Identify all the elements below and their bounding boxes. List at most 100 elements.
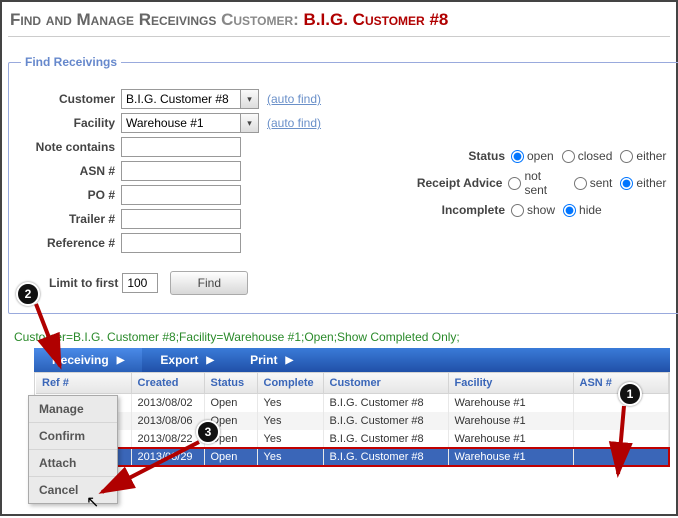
cell-customer: B.I.G. Customer #8 xyxy=(323,394,448,413)
submenu-confirm[interactable]: Confirm xyxy=(29,422,117,449)
cell-complete: Yes xyxy=(257,412,323,430)
title-part1: Find and Manage Receivings xyxy=(10,10,216,29)
col-customer[interactable]: Customer xyxy=(323,373,448,394)
cell-facility: Warehouse #1 xyxy=(448,430,573,448)
cell-asn xyxy=(573,412,669,430)
cell-customer: B.I.G. Customer #8 xyxy=(323,430,448,448)
col-created[interactable]: Created xyxy=(131,373,204,394)
receipt-either-text: either xyxy=(636,176,666,190)
limit-label: Limit to first xyxy=(49,276,118,290)
find-button[interactable]: Find xyxy=(170,271,248,295)
customer-dropdown-icon[interactable]: ▾ xyxy=(241,89,259,109)
callout-3: 3 xyxy=(196,420,220,444)
reference-label: Reference # xyxy=(21,236,121,250)
cell-customer: B.I.G. Customer #8 xyxy=(323,448,448,466)
receipt-sent-radio[interactable] xyxy=(574,177,587,190)
asn-label: ASN # xyxy=(21,164,121,178)
receipt-notsent-text: not sent xyxy=(524,169,565,197)
note-input[interactable] xyxy=(121,137,241,157)
find-receivings-fieldset: Find Receivings Customer ▾ (auto find) F… xyxy=(8,55,678,314)
chevron-right-icon: ▶ xyxy=(117,355,125,366)
cell-status: Open xyxy=(204,448,257,466)
menu-print[interactable]: Print ▶ xyxy=(232,348,311,372)
cell-facility: Warehouse #1 xyxy=(448,394,573,413)
menu-receiving-label: Receiving xyxy=(52,353,109,367)
po-label: PO # xyxy=(21,188,121,202)
cell-facility: Warehouse #1 xyxy=(448,412,573,430)
status-open-text: open xyxy=(527,149,554,163)
form-right-column: Status open closed either Receipt Advice… xyxy=(401,89,674,257)
cell-asn xyxy=(573,448,669,466)
title-part2: Customer: xyxy=(221,10,299,29)
divider xyxy=(8,36,670,37)
menubar: Receiving ▶ Export ▶ Print ▶ xyxy=(34,348,670,372)
status-label: Status xyxy=(401,149,511,163)
submenu-manage[interactable]: Manage xyxy=(29,396,117,422)
note-label: Note contains xyxy=(21,140,121,154)
cell-complete: Yes xyxy=(257,430,323,448)
col-status[interactable]: Status xyxy=(204,373,257,394)
cell-complete: Yes xyxy=(257,394,323,413)
cell-created: 2013/08/06 xyxy=(131,412,204,430)
incomplete-show-radio[interactable] xyxy=(511,204,524,217)
receipt-label: Receipt Advice xyxy=(401,176,508,190)
col-facility[interactable]: Facility xyxy=(448,373,573,394)
table-row[interactable]: ingReceipt22013/08/06OpenYesB.I.G. Custo… xyxy=(36,412,669,430)
receipt-either-radio[interactable] xyxy=(620,177,633,190)
table-header-row: Ref # Created Status Complete Customer F… xyxy=(36,373,669,394)
asn-input[interactable] xyxy=(121,161,241,181)
trailer-label: Trailer # xyxy=(21,212,121,226)
callout-2: 2 xyxy=(16,282,40,306)
limit-input[interactable] xyxy=(122,273,158,293)
cell-created: 2013/08/29 xyxy=(131,448,204,466)
incomplete-hide-text: hide xyxy=(579,203,602,217)
menu-print-label: Print xyxy=(250,353,277,367)
form-left-column: Customer ▾ (auto find) Facility ▾ (auto … xyxy=(21,89,361,257)
cell-facility: Warehouse #1 xyxy=(448,448,573,466)
table-row[interactable]: RecptTst2013/08/02OpenYesB.I.G. Customer… xyxy=(36,394,669,413)
page-title: Find and Manage Receivings Customer: B.I… xyxy=(8,6,670,36)
facility-input[interactable] xyxy=(121,113,241,133)
status-either-text: either xyxy=(636,149,666,163)
status-either-radio[interactable] xyxy=(620,150,633,163)
status-closed-text: closed xyxy=(578,149,613,163)
customer-autofind-link[interactable]: (auto find) xyxy=(267,92,321,106)
results-table: Ref # Created Status Complete Customer F… xyxy=(35,373,669,466)
receipt-notsent-radio[interactable] xyxy=(508,177,521,190)
po-input[interactable] xyxy=(121,185,241,205)
submenu-cancel[interactable]: Cancel xyxy=(29,476,117,503)
incomplete-hide-radio[interactable] xyxy=(563,204,576,217)
chevron-right-icon: ▶ xyxy=(285,355,293,366)
receiving-submenu: Manage Confirm Attach Cancel xyxy=(28,395,118,504)
cell-created: 2013/08/22 xyxy=(131,430,204,448)
facility-dropdown-icon[interactable]: ▾ xyxy=(241,113,259,133)
menu-export-label: Export xyxy=(160,353,198,367)
menu-export[interactable]: Export ▶ xyxy=(142,348,232,372)
cell-complete: Yes xyxy=(257,448,323,466)
status-open-radio[interactable] xyxy=(511,150,524,163)
incomplete-show-text: show xyxy=(527,203,555,217)
customer-input[interactable] xyxy=(121,89,241,109)
chevron-right-icon: ▶ xyxy=(206,355,214,366)
facility-autofind-link[interactable]: (auto find) xyxy=(267,116,321,130)
cell-created: 2013/08/02 xyxy=(131,394,204,413)
col-ref[interactable]: Ref # xyxy=(36,373,131,394)
receipt-sent-text: sent xyxy=(590,176,613,190)
menu-receiving[interactable]: Receiving ▶ xyxy=(34,348,142,372)
reference-input[interactable] xyxy=(121,233,241,253)
results-grid-wrap: Ref # Created Status Complete Customer F… xyxy=(34,372,670,467)
cell-status: Open xyxy=(204,394,257,413)
customer-label: Customer xyxy=(21,92,121,106)
incomplete-label: Incomplete xyxy=(401,203,511,217)
status-closed-radio[interactable] xyxy=(562,150,575,163)
table-row[interactable]: racticeinvoice2013/08/22OpenYesB.I.G. Cu… xyxy=(36,430,669,448)
col-complete[interactable]: Complete xyxy=(257,373,323,394)
trailer-input[interactable] xyxy=(121,209,241,229)
callout-1: 1 xyxy=(618,382,642,406)
cell-customer: B.I.G. Customer #8 xyxy=(323,412,448,430)
submenu-attach[interactable]: Attach xyxy=(29,449,117,476)
title-customer: B.I.G. Customer #8 xyxy=(304,10,449,29)
table-row[interactable]: estBilling2013/08/29OpenYesB.I.G. Custom… xyxy=(36,448,669,466)
query-string: Customer=B.I.G. Customer #8;Facility=War… xyxy=(14,330,670,344)
facility-label: Facility xyxy=(21,116,121,130)
